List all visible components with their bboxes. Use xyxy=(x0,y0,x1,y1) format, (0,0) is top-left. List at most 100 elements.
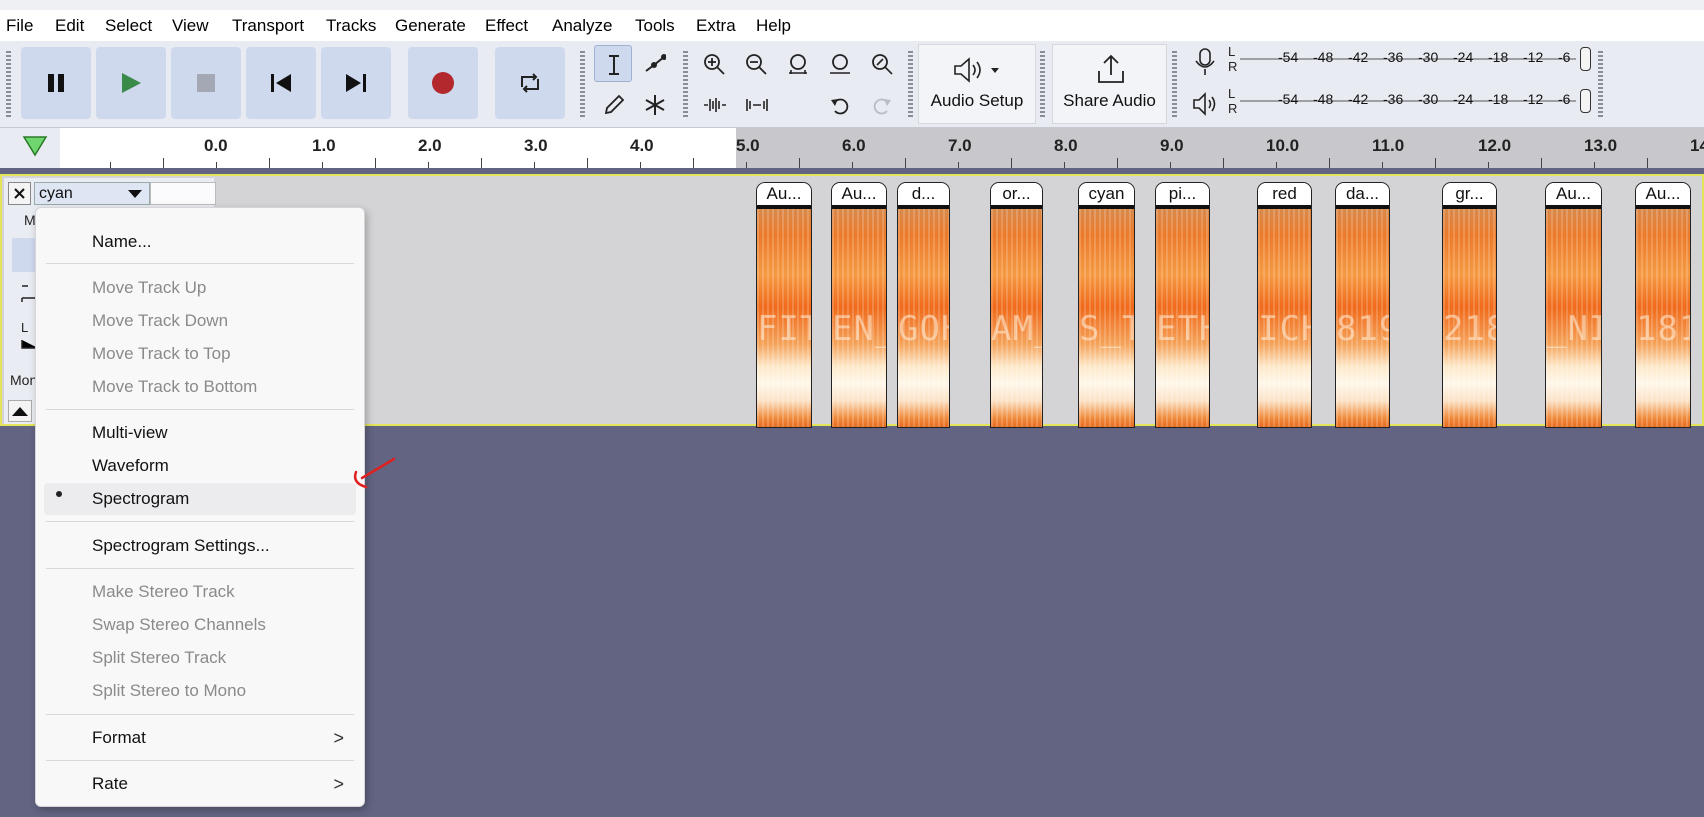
menu-effect[interactable]: Effect xyxy=(485,16,528,36)
record-button[interactable] xyxy=(408,47,478,119)
audio-clip[interactable]: or... AM_ xyxy=(990,182,1043,428)
menu-extra[interactable]: Extra xyxy=(696,16,736,36)
clip-title[interactable]: Au... xyxy=(832,183,886,207)
menu-select[interactable]: Select xyxy=(105,16,152,36)
silence-audio-button[interactable] xyxy=(736,86,774,123)
toolbar-grip[interactable] xyxy=(580,51,585,117)
menu-view[interactable]: View xyxy=(172,16,209,36)
skip-to-start-button[interactable] xyxy=(246,47,316,119)
recording-meter[interactable]: L R -54 -48 -42 -36 -30 -24 -18 -12 -6 xyxy=(1228,44,1591,74)
audio-clip[interactable]: d... GOH xyxy=(897,182,950,428)
meter-slider-handle[interactable] xyxy=(1580,47,1591,71)
spectrogram-view[interactable]: ICH xyxy=(1258,209,1311,427)
zoom-toggle-button[interactable] xyxy=(862,45,900,82)
spectrogram-view[interactable]: 218 xyxy=(1443,209,1496,427)
selection-tool[interactable] xyxy=(594,45,632,82)
stop-button[interactable] xyxy=(171,47,241,119)
clip-title[interactable]: or... xyxy=(991,183,1042,207)
speaker-icon[interactable] xyxy=(1191,90,1219,118)
mute-button-fragment[interactable]: M xyxy=(24,212,36,228)
audio-setup-button[interactable]: Audio Setup xyxy=(918,44,1036,124)
envelope-tool[interactable] xyxy=(635,45,673,82)
spectrogram-view[interactable]: GOH xyxy=(898,209,949,427)
menu-transport[interactable]: Transport xyxy=(232,16,304,36)
collapse-track-button[interactable] xyxy=(8,400,32,422)
menu-item-multi-view[interactable]: Multi-view xyxy=(92,423,168,443)
skip-to-end-button[interactable] xyxy=(321,47,391,119)
spectrogram-view[interactable]: _NI xyxy=(1546,209,1601,427)
clip-title[interactable]: Au... xyxy=(1636,183,1690,207)
menu-generate[interactable]: Generate xyxy=(395,16,466,36)
audio-clip[interactable]: da... 819 xyxy=(1335,182,1390,428)
toolbar-grip[interactable] xyxy=(6,51,11,117)
clip-title[interactable]: cyan xyxy=(1079,183,1134,207)
clip-title[interactable]: red xyxy=(1258,183,1311,207)
menu-item-spectrogram[interactable]: Spectrogram xyxy=(92,489,189,509)
menu-tools[interactable]: Tools xyxy=(635,16,675,36)
menu-item-name[interactable]: Name... xyxy=(92,232,152,252)
spectrogram-view[interactable]: ETH xyxy=(1156,209,1209,427)
toolbar-grip[interactable] xyxy=(1172,51,1177,117)
clip-title[interactable]: gr... xyxy=(1443,183,1496,207)
toolbar-grip[interactable] xyxy=(908,51,913,117)
audio-clip[interactable]: Au... FIT xyxy=(756,182,812,428)
clip-title[interactable]: d... xyxy=(898,183,949,207)
menu-analyze[interactable]: Analyze xyxy=(552,16,612,36)
toolbar-grip[interactable] xyxy=(683,51,688,117)
redo-button[interactable] xyxy=(862,86,900,123)
timeline-ruler[interactable]: 0.0 1.0 2.0 3.0 4.0 5.0 6.0 7.0 8.0 9.0 … xyxy=(0,128,1704,168)
audio-clip[interactable]: Au... _NI xyxy=(1545,182,1602,428)
clip-title[interactable]: da... xyxy=(1336,183,1389,207)
zoom-out-button[interactable] xyxy=(736,45,774,82)
clip-title[interactable]: pi... xyxy=(1156,183,1209,207)
menu-item-split-stereo-to-mono[interactable]: Split Stereo to Mono xyxy=(92,681,246,701)
menu-item-waveform[interactable]: Waveform xyxy=(92,456,169,476)
clip-title[interactable]: Au... xyxy=(1546,183,1601,207)
menu-item-move-track-down[interactable]: Move Track Down xyxy=(92,311,228,331)
toolbar-grip[interactable] xyxy=(1598,51,1603,117)
audio-clip[interactable]: pi... ETH xyxy=(1155,182,1210,428)
menu-item-spectrogram-settings[interactable]: Spectrogram Settings... xyxy=(92,536,270,556)
menu-item-move-track-to-bottom[interactable]: Move Track to Bottom xyxy=(92,377,257,397)
menu-item-move-track-up[interactable]: Move Track Up xyxy=(92,278,206,298)
meter-slider-handle[interactable] xyxy=(1580,89,1591,113)
menu-item-rate[interactable]: Rate xyxy=(92,774,128,794)
audio-clip[interactable]: cyan S_T xyxy=(1078,182,1135,428)
clip-title[interactable]: Au... xyxy=(757,183,811,207)
menu-item-split-stereo-track[interactable]: Split Stereo Track xyxy=(92,648,226,668)
undo-button[interactable] xyxy=(820,86,858,123)
trim-audio-button[interactable] xyxy=(694,86,732,123)
play-button[interactable] xyxy=(96,47,166,119)
multi-tool[interactable] xyxy=(635,86,673,123)
menu-item-swap-stereo-channels[interactable]: Swap Stereo Channels xyxy=(92,615,266,635)
track-name-dropdown[interactable]: cyan xyxy=(34,182,150,205)
spectrogram-view[interactable]: FIT xyxy=(757,209,811,427)
menu-item-make-stereo-track[interactable]: Make Stereo Track xyxy=(92,582,235,602)
spectrogram-view[interactable]: 819 xyxy=(1336,209,1389,427)
menu-file[interactable]: File xyxy=(6,16,33,36)
pause-button[interactable] xyxy=(21,47,91,119)
fit-project-button[interactable] xyxy=(820,45,858,82)
zoom-in-button[interactable] xyxy=(694,45,732,82)
microphone-icon[interactable] xyxy=(1192,47,1218,77)
menu-help[interactable]: Help xyxy=(756,16,791,36)
toolbar-grip[interactable] xyxy=(1040,51,1045,117)
menu-item-format[interactable]: Format xyxy=(92,728,146,748)
draw-tool[interactable] xyxy=(594,86,632,123)
audio-clip[interactable]: Au... EN_ xyxy=(831,182,887,428)
play-head-triangle-icon[interactable] xyxy=(22,134,48,158)
menu-edit[interactable]: Edit xyxy=(55,16,84,36)
audio-clip[interactable]: gr... 218 xyxy=(1442,182,1497,428)
loop-button[interactable] xyxy=(495,47,565,119)
audio-clip[interactable]: red ICH xyxy=(1257,182,1312,428)
close-track-button[interactable] xyxy=(8,182,31,205)
spectrogram-view[interactable]: 181 xyxy=(1636,209,1690,427)
playback-meter[interactable]: L R -54 -48 -42 -36 -30 -24 -18 -12 -6 xyxy=(1228,86,1591,116)
share-audio-button[interactable]: Share Audio xyxy=(1052,44,1167,124)
spectrogram-view[interactable]: S_T xyxy=(1079,209,1134,427)
spectrogram-view[interactable]: AM_ xyxy=(991,209,1042,427)
spectrogram-view[interactable]: EN_ xyxy=(832,209,886,427)
fit-selection-button[interactable] xyxy=(778,45,816,82)
menu-item-move-track-to-top[interactable]: Move Track to Top xyxy=(92,344,231,364)
audio-clip[interactable]: Au... 181 xyxy=(1635,182,1691,428)
